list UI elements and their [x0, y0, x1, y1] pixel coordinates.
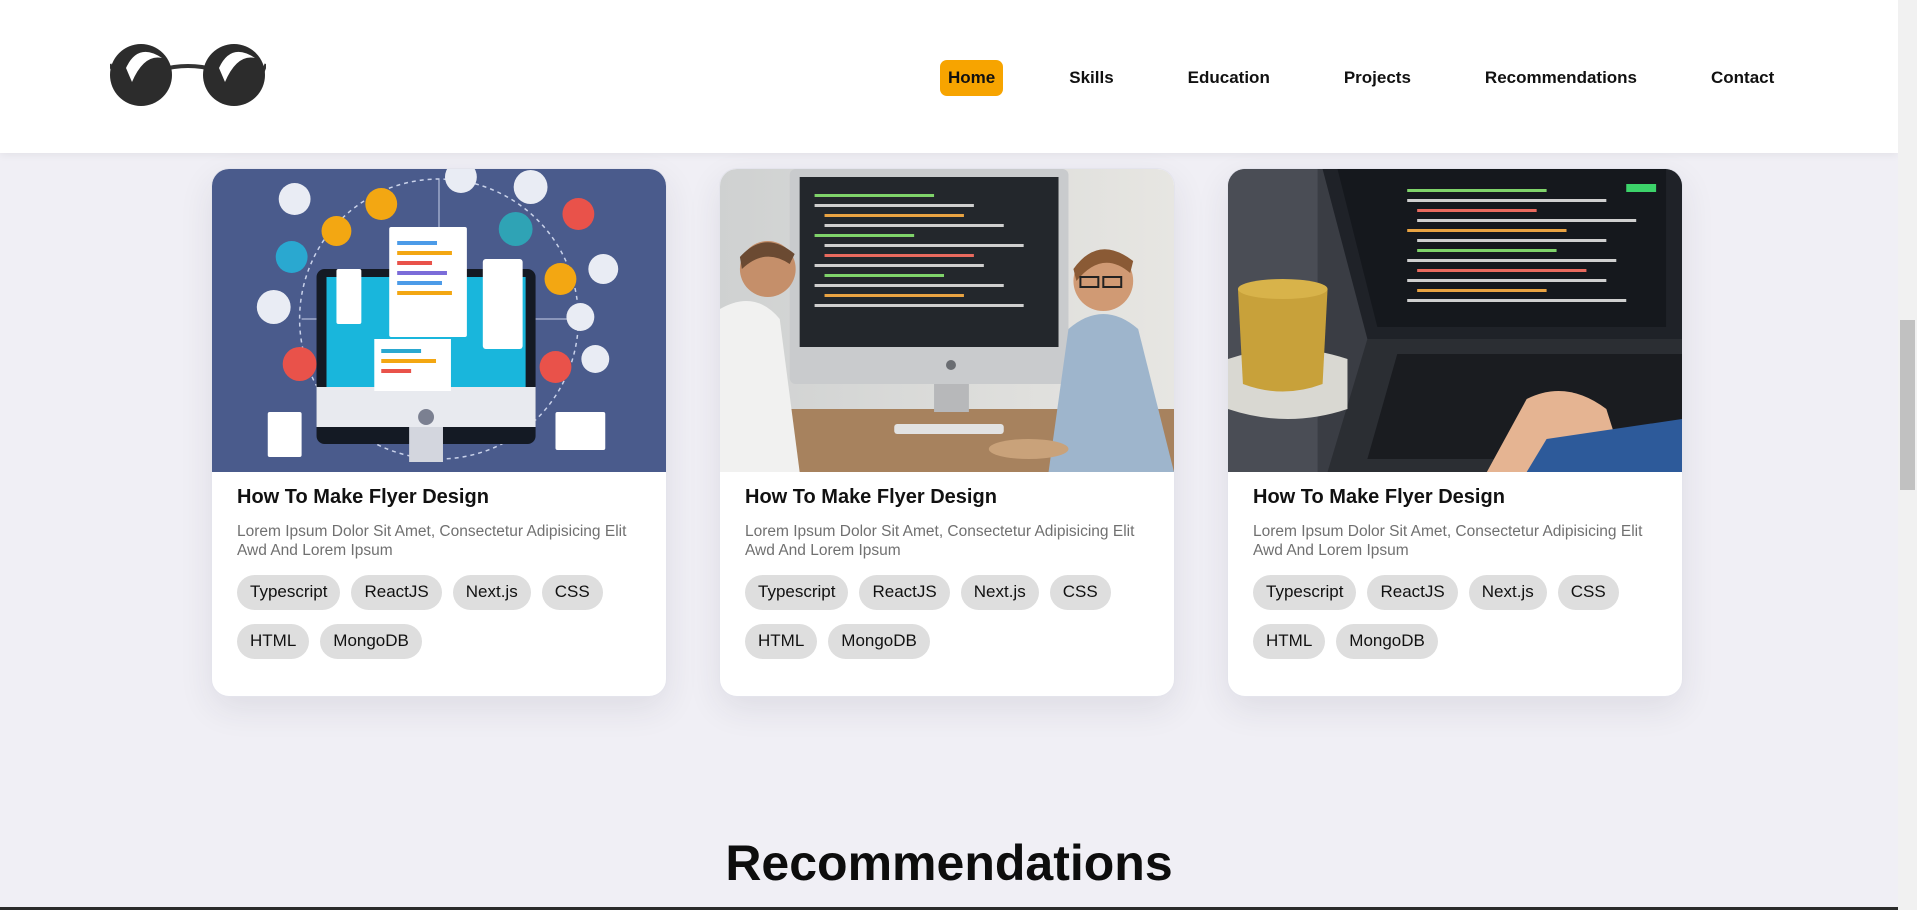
recommendations-heading: Recommendations — [725, 835, 1173, 891]
web-development-illustration — [212, 169, 666, 472]
tag: ReactJS — [859, 575, 950, 610]
nav-recommendations[interactable]: Recommendations — [1477, 60, 1645, 96]
project-card[interactable]: How To Make Flyer Design Lorem Ipsum Dol… — [211, 168, 667, 697]
tag: Typescript — [745, 575, 849, 610]
scrollbar-thumb[interactable] — [1900, 320, 1915, 490]
nav-contact[interactable]: Contact — [1703, 60, 1782, 96]
tag: Next.js — [1468, 575, 1547, 610]
nav-home[interactable]: Home — [940, 60, 1004, 96]
tag: CSS — [1049, 575, 1111, 610]
laptop-code-with-coffee-photo — [1228, 169, 1682, 472]
tag: MongoDB — [828, 624, 930, 659]
tag: Next.js — [960, 575, 1039, 610]
tag: HTML — [745, 624, 818, 659]
tag: HTML — [237, 624, 310, 659]
site-header: Home Skills Education Projects Recommend… — [0, 0, 1898, 153]
tag-list: Typescript ReactJS Next.js CSS HTML Mong… — [745, 575, 1155, 673]
card-title: How To Make Flyer Design — [1253, 486, 1505, 508]
two-developers-at-computer-photo — [720, 169, 1174, 472]
tag: Typescript — [1253, 575, 1357, 610]
tag: Next.js — [452, 575, 531, 610]
card-title: How To Make Flyer Design — [237, 486, 489, 508]
nav-projects[interactable]: Projects — [1336, 60, 1419, 96]
glasses-logo-icon[interactable] — [108, 40, 268, 108]
project-card[interactable]: How To Make Flyer Design Lorem Ipsum Dol… — [719, 168, 1175, 697]
card-description: Lorem Ipsum Dolor Sit Amet, Consectetur … — [237, 523, 627, 559]
vertical-scrollbar[interactable] — [1898, 0, 1917, 910]
page: Home Skills Education Projects Recommend… — [0, 0, 1898, 910]
tag: MongoDB — [1336, 624, 1438, 659]
tag-list: Typescript ReactJS Next.js CSS HTML Mong… — [237, 575, 647, 673]
tag: HTML — [1253, 624, 1326, 659]
tag: ReactJS — [351, 575, 442, 610]
tag: ReactJS — [1367, 575, 1458, 610]
tag: CSS — [1557, 575, 1619, 610]
card-description: Lorem Ipsum Dolor Sit Amet, Consectetur … — [1253, 523, 1643, 559]
tag: MongoDB — [320, 624, 422, 659]
projects-list: How To Make Flyer Design Lorem Ipsum Dol… — [211, 168, 1683, 697]
card-description: Lorem Ipsum Dolor Sit Amet, Consectetur … — [745, 523, 1135, 559]
card-title: How To Make Flyer Design — [745, 486, 997, 508]
main-nav: Home Skills Education Projects Recommend… — [940, 60, 1782, 96]
tag-list: Typescript ReactJS Next.js CSS HTML Mong… — [1253, 575, 1663, 673]
project-card[interactable]: How To Make Flyer Design Lorem Ipsum Dol… — [1227, 168, 1683, 697]
nav-education[interactable]: Education — [1180, 60, 1278, 96]
tag: Typescript — [237, 575, 341, 610]
tag: CSS — [541, 575, 603, 610]
nav-skills[interactable]: Skills — [1061, 60, 1121, 96]
